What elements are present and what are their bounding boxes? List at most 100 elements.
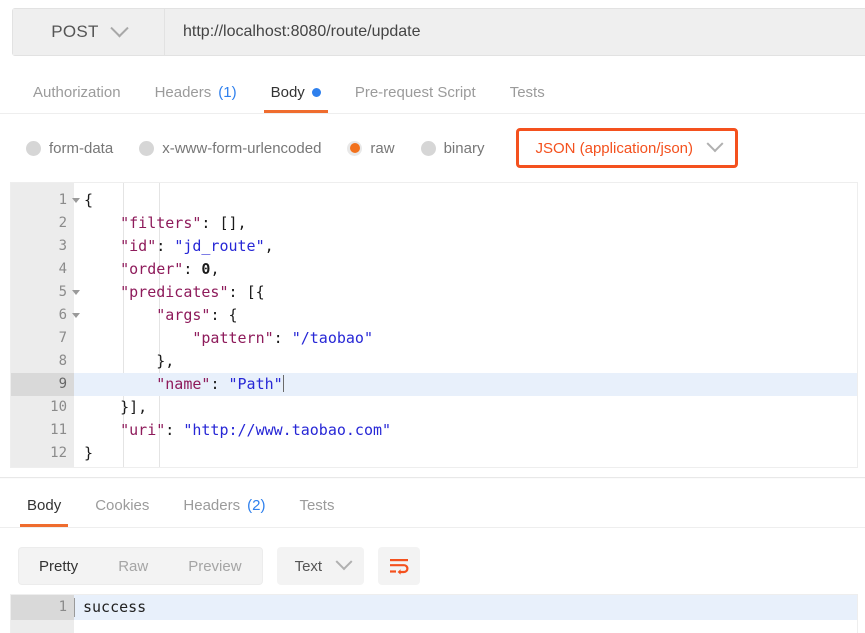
code-token: } <box>84 444 93 462</box>
editor-code-line: { <box>74 189 857 212</box>
code-token: : <box>274 329 292 347</box>
response-tab-headers[interactable]: Headers (2) <box>166 484 282 527</box>
response-body-viewer[interactable]: 1 success <box>10 594 858 633</box>
body-type-urlencoded[interactable]: x-www-form-urlencoded <box>139 140 321 157</box>
tab-headers[interactable]: Headers (1) <box>138 72 254 113</box>
code-token: , <box>238 214 247 232</box>
code-token: : <box>183 260 201 278</box>
editor-line-number: 3 <box>11 235 74 258</box>
code-token: "uri" <box>84 421 165 439</box>
editor-line-number: 8 <box>11 350 74 373</box>
http-method-select[interactable]: POST <box>13 9 165 55</box>
code-token: : <box>210 375 228 393</box>
code-token: "jd_route" <box>174 237 264 255</box>
body-modified-dot-icon <box>312 88 321 97</box>
response-tab-headers-label: Headers <box>183 497 240 514</box>
response-gutter: 1 <box>11 595 74 633</box>
response-toolbar: Pretty Raw Preview Text <box>0 540 865 592</box>
code-token: { <box>84 191 93 209</box>
code-token: : <box>210 306 228 324</box>
tab-pre-request-script[interactable]: Pre-request Script <box>338 72 493 113</box>
code-token: "http://www.taobao.com" <box>183 421 391 439</box>
view-mode-preview[interactable]: Preview <box>168 548 261 584</box>
response-tab-bar: Body Cookies Headers (2) Tests <box>0 484 865 528</box>
editor-line-number: 4 <box>11 258 74 281</box>
editor-gutter: 123456789101112 <box>11 183 74 467</box>
editor-line-number: 11 <box>11 419 74 442</box>
tab-pre-request-script-label: Pre-request Script <box>355 84 476 101</box>
code-token: [] <box>219 214 237 232</box>
code-token: "order" <box>84 260 183 278</box>
response-format-select[interactable]: Text <box>277 547 365 585</box>
tab-tests-label: Tests <box>510 84 545 101</box>
chevron-down-icon <box>336 553 353 570</box>
editor-line-number: 1 <box>11 189 74 212</box>
response-tab-tests[interactable]: Tests <box>282 484 351 527</box>
editor-line-number: 6 <box>11 304 74 327</box>
request-tab-bar: Authorization Headers (1) Body Pre-reque… <box>0 72 865 114</box>
editor-line-number: 7 <box>11 327 74 350</box>
editor-code-line: }], <box>74 396 857 419</box>
code-token: [{ <box>247 283 265 301</box>
code-token: "Path" <box>229 375 283 393</box>
editor-line-number: 2 <box>11 212 74 235</box>
response-tab-body[interactable]: Body <box>10 484 78 527</box>
tab-authorization-label: Authorization <box>33 84 121 101</box>
code-token: : <box>156 237 174 255</box>
editor-line-number: 9 <box>11 373 74 396</box>
response-tab-headers-count: (2) <box>247 497 265 514</box>
tab-authorization[interactable]: Authorization <box>16 72 138 113</box>
response-tab-cookies[interactable]: Cookies <box>78 484 166 527</box>
tab-tests[interactable]: Tests <box>493 72 562 113</box>
editor-line-number: 5 <box>11 281 74 304</box>
body-type-form-data[interactable]: form-data <box>26 140 113 157</box>
body-type-binary[interactable]: binary <box>421 140 485 157</box>
code-token: "/taobao" <box>292 329 373 347</box>
code-token: : <box>201 214 219 232</box>
editor-code-line: "name": "Path" <box>74 373 857 396</box>
response-tab-tests-label: Tests <box>299 497 334 514</box>
code-token: "args" <box>84 306 210 324</box>
tab-headers-label: Headers <box>155 84 212 101</box>
editor-code-line: }, <box>74 350 857 373</box>
request-url-bar: POST <box>12 8 865 56</box>
editor-line-number: 12 <box>11 442 74 465</box>
editor-code-line: "predicates": [{ <box>74 281 857 304</box>
response-tab-cookies-label: Cookies <box>95 497 149 514</box>
editor-code-line: "order": 0, <box>74 258 857 281</box>
code-token: : <box>165 421 183 439</box>
view-mode-pretty[interactable]: Pretty <box>19 548 98 584</box>
chevron-down-icon <box>707 135 724 152</box>
code-token: : <box>229 283 247 301</box>
content-type-select[interactable]: JSON (application/json) <box>516 128 738 168</box>
view-mode-preview-label: Preview <box>188 558 241 575</box>
response-line-number: 1 <box>11 595 74 620</box>
text-cursor <box>283 375 284 392</box>
radio-icon <box>26 141 41 156</box>
code-token: }, <box>84 352 174 370</box>
request-body-editor[interactable]: 123456789101112 { "filters": [], "id": "… <box>10 182 858 468</box>
editor-code-line: "pattern": "/taobao" <box>74 327 857 350</box>
request-url-input[interactable] <box>165 9 865 55</box>
code-token: "filters" <box>84 214 201 232</box>
content-type-value: JSON (application/json) <box>535 140 693 157</box>
view-mode-raw-label: Raw <box>118 558 148 575</box>
tab-body[interactable]: Body <box>254 72 338 113</box>
code-token: { <box>229 306 238 324</box>
editor-code-line: } <box>74 442 857 465</box>
body-type-binary-label: binary <box>444 140 485 157</box>
radio-icon <box>139 141 154 156</box>
body-type-raw[interactable]: raw <box>347 140 394 157</box>
view-mode-raw[interactable]: Raw <box>98 548 168 584</box>
text-wrap-icon <box>388 557 410 575</box>
view-mode-pretty-label: Pretty <box>39 558 78 575</box>
editor-code-line: "id": "jd_route", <box>74 235 857 258</box>
wrap-lines-button[interactable] <box>378 547 420 585</box>
code-token: "pattern" <box>84 329 274 347</box>
response-format-value: Text <box>295 558 323 575</box>
code-token: "name" <box>84 375 210 393</box>
editor-code-area[interactable]: { "filters": [], "id": "jd_route", "orde… <box>74 183 857 467</box>
response-line-text: success <box>74 595 857 620</box>
code-token: "id" <box>84 237 156 255</box>
response-tab-body-label: Body <box>27 497 61 514</box>
